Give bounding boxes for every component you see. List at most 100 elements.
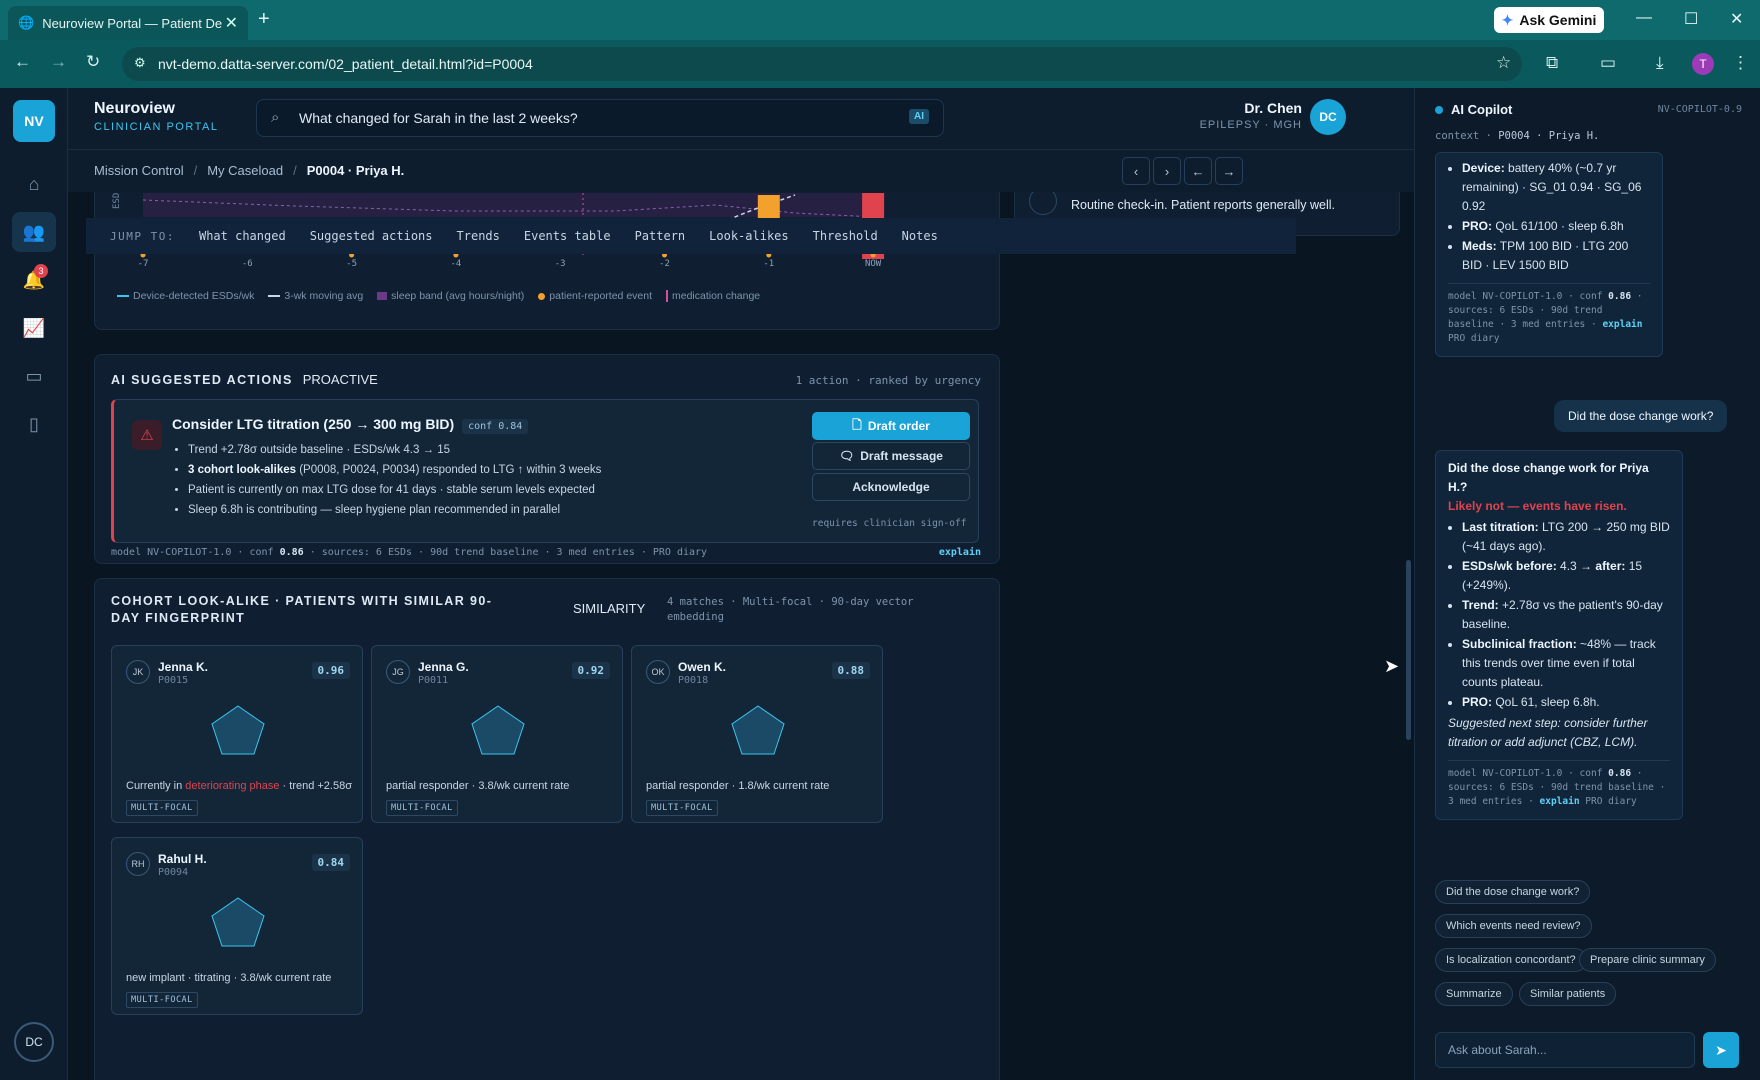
breadcrumb-mission-control[interactable]: Mission Control [94,163,184,178]
patient-name: Owen K. [678,660,727,674]
focality-tag: MULTI-FOCAL [126,992,198,1008]
suggestion-chip[interactable]: Similar patients [1519,982,1617,1006]
jump-trends[interactable]: Trends [457,229,500,243]
desc-text: · trend +2.58σ [279,780,353,792]
main-scrollbar[interactable] [1406,560,1411,740]
list-item: Trend: +2.78σ vs the patient's 90-day ba… [1462,596,1670,634]
address-bar[interactable]: ⚙ nvt-demo.datta-server.com/02_patient_d… [122,47,1522,81]
jump-pattern[interactable]: Pattern [635,229,686,243]
legend-sleep-band: sleep band (avg hours/night) [377,290,524,302]
document-icon: 🗋 [852,417,862,432]
monitor-icon[interactable]: ▭ [12,356,56,396]
breadcrumb-separator: / [193,163,198,178]
suggestion-chip[interactable]: Prepare clinic summary [1579,948,1716,972]
cohort-patient-card[interactable]: JG Jenna G. P0011 0.92 partial responder… [371,645,623,823]
menu-kebab-icon[interactable]: ⋮ [1732,53,1749,73]
reload-icon[interactable]: ↻ [86,52,100,72]
minimize-icon[interactable]: — [1636,9,1652,27]
cohort-meta: 4 matches · Multi-focal · 90-day vector … [667,596,914,623]
suggested-next-step: Suggested next step: consider further ti… [1448,716,1648,749]
meta-text: PRO diary [1448,333,1500,344]
jump-events-table[interactable]: Events table [524,229,611,243]
suggestion-chip[interactable]: Did the dose change work? [1435,880,1591,904]
back-icon[interactable]: ← [14,52,31,72]
breadcrumb-my-caseload[interactable]: My Caseload [207,163,283,178]
suggestion-chip[interactable]: Is localization concordant? [1435,948,1587,972]
list-item-text: (P0008, P0024, P0034) responded to LTG ↑… [296,464,602,476]
bookmark-star-icon[interactable]: ☆ [1496,53,1511,73]
item-key: ESDs/wk before: [1462,559,1557,573]
actions-tag: PROACTIVE [302,372,378,387]
profile-avatar[interactable]: T [1692,53,1714,75]
alerts-bell-icon[interactable]: 🔔 3 [12,260,56,300]
chevron-right-icon[interactable]: › [1153,157,1181,185]
cohort-tag: SIMILARITY [573,601,646,616]
legend-patient-event: patient-reported event [538,290,652,302]
jump-suggested-actions[interactable]: Suggested actions [310,229,433,243]
trends-chart-icon[interactable]: 📈 [12,308,56,348]
legend-label: medication change [672,290,761,302]
jump-notes[interactable]: Notes [902,229,938,243]
device-icon[interactable]: ▯ [12,404,56,444]
x-tick-label: -2 [659,259,670,269]
arrow-right-icon[interactable]: → [1215,157,1243,185]
suggestion-chip[interactable]: Summarize [1435,982,1513,1006]
focality-tag: MULTI-FOCAL [126,800,198,816]
similarity-score: 0.88 [831,662,870,679]
arrow-left-icon[interactable]: ← [1184,157,1212,185]
item-key: Trend: [1462,598,1499,612]
list-item: PRO: QoL 61, sleep 6.8h. [1462,693,1670,712]
chevron-left-icon[interactable]: ‹ [1122,157,1150,185]
explain-link[interactable]: explain [1540,796,1580,807]
suggestion-chip[interactable]: Which events need review? [1435,914,1592,938]
draft-order-button[interactable]: 🗋 Draft order [812,412,970,440]
jump-threshold[interactable]: Threshold [813,229,878,243]
explain-link[interactable]: explain [939,547,981,558]
copilot-chat-input[interactable]: Ask about Sarah... [1435,1032,1695,1068]
acknowledge-button[interactable]: Acknowledge [812,473,970,501]
cohort-patient-card[interactable]: OK Owen K. P0018 0.88 partial responder … [631,645,883,823]
explain-link[interactable]: explain [1602,319,1642,330]
jump-look-alikes[interactable]: Look-alikes [709,229,788,243]
cast-icon[interactable]: ▭ [1600,53,1616,73]
forward-icon[interactable]: → [50,52,67,72]
item-key: PRO: [1462,219,1492,233]
home-icon[interactable]: ⌂ [12,164,56,204]
copilot-message: Device: battery 40% (~0.7 yr remaining) … [1435,152,1663,357]
cohort-patient-card[interactable]: JK Jenna K. P0015 0.96 Currently in dete… [111,645,363,823]
focality-tag: MULTI-FOCAL [646,800,718,816]
model-sources: · sources: 6 ESDs · 90d trend baseline ·… [303,547,708,558]
send-icon[interactable]: ➤ [1703,1032,1739,1068]
download-icon[interactable]: ⤓ [1656,53,1664,73]
extensions-icon[interactable]: ⧉ [1546,53,1558,73]
browser-tab[interactable]: 🌐 Neuroview Portal — Patient De ✕ [8,6,248,40]
patient-name: Rahul H. [158,852,207,866]
patients-icon[interactable]: 👥 [12,212,56,252]
site-info-icon[interactable]: ⚙ [134,55,146,71]
new-tab-icon[interactable]: + [258,8,270,31]
jump-what-changed[interactable]: What changed [199,229,286,243]
maximize-icon[interactable]: ☐ [1684,9,1698,29]
clinician-name: Dr. Chen [1244,100,1302,116]
ai-suggested-actions-card: AI SUGGESTED ACTIONS PROACTIVE 1 action ·… [94,354,1000,564]
patient-name: Jenna K. [158,660,209,674]
radar-fingerprint-icon [211,897,265,947]
ask-gemini-button[interactable]: ✦ Ask Gemini [1494,7,1604,33]
ai-badge: AI [909,109,929,124]
breadcrumb-current-patient: P0004 · Priya H. [306,163,405,178]
draft-message-button[interactable]: 🗨 Draft message [812,442,970,470]
user-avatar[interactable]: DC [14,1022,54,1062]
actions-title: AI SUGGESTED ACTIONS [111,373,293,387]
ai-search-input[interactable]: ⌕ What changed for Sarah in the last 2 w… [256,99,944,137]
cohort-patient-card[interactable]: RH Rahul H. P0094 0.84 new implant · tit… [111,837,363,1015]
cohort-look-alike-card: COHORT LOOK-ALIKE · PATIENTS WITH SIMILA… [94,578,1000,1080]
close-window-icon[interactable]: ✕ [1730,9,1743,29]
actions-meta: 1 action · ranked by urgency [795,374,981,387]
x-tick-label: -3 [555,259,566,269]
app-logo[interactable]: NV [13,100,55,142]
clinician-avatar[interactable]: DC [1310,99,1346,135]
action-title: Consider LTG titration (250 → 300 mg BID… [172,416,529,434]
model-provenance: model NV-COPILOT-1.0 · conf 0.86 · sourc… [111,547,707,558]
desc-text: Currently in [126,780,186,792]
close-icon[interactable]: ✕ [225,13,238,33]
